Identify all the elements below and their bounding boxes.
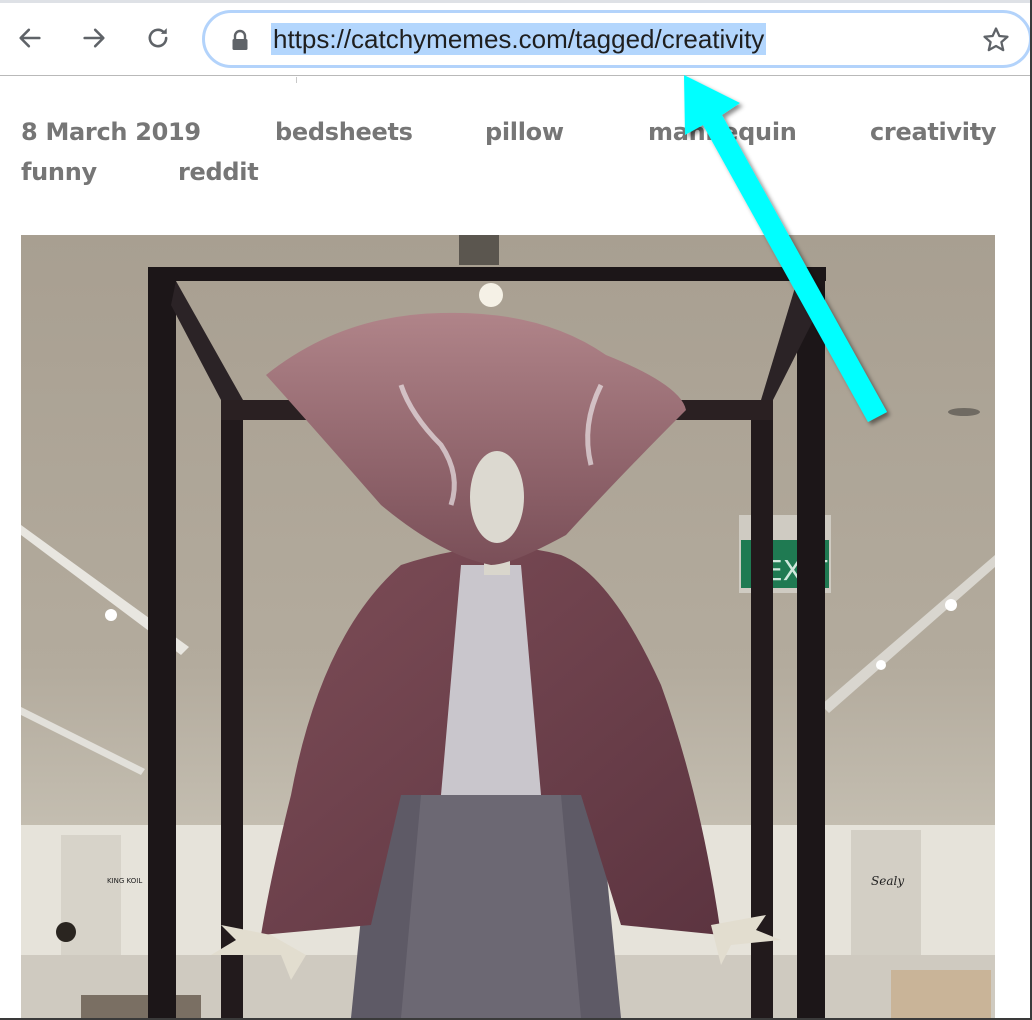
king-koil-sign: KING KOIL	[107, 877, 142, 885]
reload-icon	[148, 28, 168, 48]
tag-link[interactable]: reddit	[178, 158, 259, 186]
address-bar[interactable]: https://catchymemes.com/tagged/creativit…	[202, 10, 1032, 68]
arrow-left-icon	[19, 28, 41, 48]
ruler-tick	[296, 77, 297, 83]
arrow-right-icon	[83, 28, 105, 48]
tag-link[interactable]: bedsheets	[275, 118, 413, 146]
back-button[interactable]	[12, 20, 48, 56]
lock-icon[interactable]	[230, 29, 250, 51]
tag-link[interactable]: creativity	[870, 118, 997, 146]
browser-toolbar: https://catchymemes.com/tagged/creativit…	[0, 0, 1032, 76]
tag-link[interactable]: mannequin	[648, 118, 797, 146]
url-text[interactable]: https://catchymemes.com/tagged/creativit…	[271, 23, 767, 55]
post-image: Sealy KING KOIL EXIT	[21, 235, 995, 1018]
forward-button[interactable]	[76, 20, 112, 56]
sealy-sign: Sealy	[871, 874, 904, 888]
mannequin-photo: Sealy KING KOIL EXIT	[21, 235, 995, 1018]
star-icon[interactable]	[981, 25, 1011, 55]
tab-strip-edge	[0, 0, 1030, 3]
post-date: 8 March 2019	[21, 118, 201, 146]
tag-link[interactable]: funny	[21, 158, 97, 186]
tag-link[interactable]: pillow	[485, 118, 564, 146]
reload-button[interactable]	[140, 20, 176, 56]
